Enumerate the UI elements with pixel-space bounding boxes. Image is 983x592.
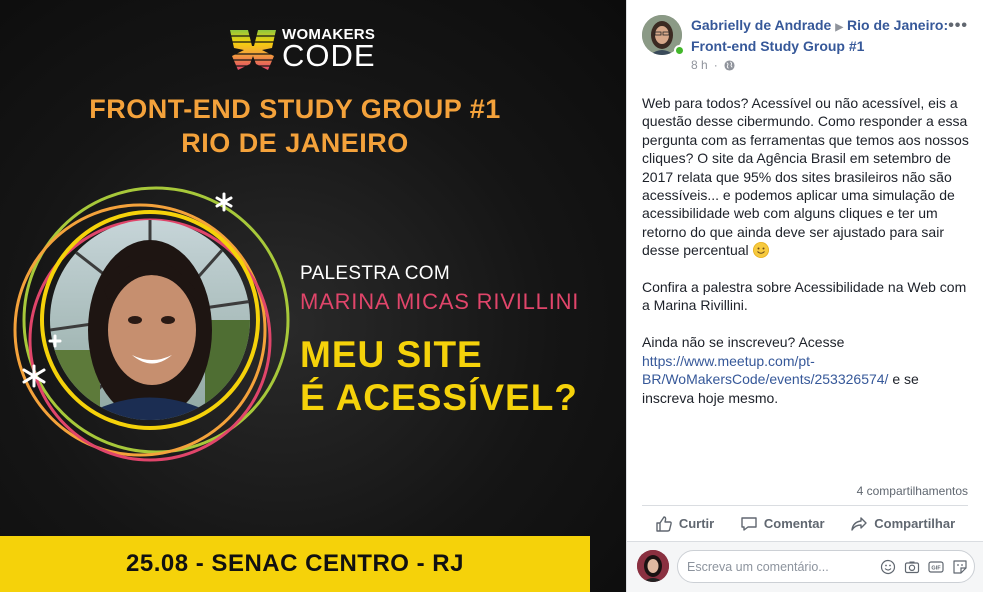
globe-icon[interactable] (724, 59, 735, 71)
meetup-link[interactable]: https://www.meetup.com/pt-BR/WoMakersCod… (642, 353, 888, 387)
talk-title-line1: MEU SITE (300, 334, 483, 375)
thumbs-up-icon (656, 515, 672, 532)
triangle-right-icon: ▶ (835, 22, 844, 33)
comment-label: Comentar (763, 516, 825, 531)
share-label: Compartilhar (874, 516, 956, 531)
author-name-link[interactable]: Gabrielly de Andrade (691, 17, 831, 33)
event-date-location: 25.08 - SENAC CENTRO - RJ (0, 536, 590, 592)
svg-text:GIF: GIF (931, 565, 941, 571)
camera-icon[interactable] (904, 559, 920, 575)
share-button[interactable]: Compartilhar (850, 515, 955, 533)
comment-box[interactable]: GIF (677, 550, 975, 583)
separator: · (713, 58, 718, 72)
share-arrow-icon (851, 516, 867, 531)
comment-input[interactable] (687, 559, 872, 574)
palestra-label: PALESTRA COM (300, 263, 451, 284)
event-title-line2: RIO DE JANEIRO (181, 128, 409, 158)
speaker-name: MARINA MICAS RIVILLINI (300, 289, 580, 314)
current-user-avatar-image (637, 550, 669, 582)
post-details-panel: Gabrielly de Andrade ▶ Rio de Janeiro: Fro… (626, 0, 983, 592)
talk-title-line2: É ACESSÍVEL? (300, 377, 578, 418)
comment-tools: GIF (880, 559, 968, 575)
sticker-icon[interactable] (952, 559, 968, 575)
current-user-avatar[interactable] (637, 550, 669, 582)
logo-code-text: CODE (282, 38, 376, 73)
post-actions: Curtir Comentar Compartilhar (642, 505, 968, 541)
post-paragraph-1: Web para todos? Acessível ou não acessív… (642, 95, 969, 259)
emoji-icon[interactable] (880, 559, 896, 575)
butterfly-logo-icon (228, 30, 278, 70)
ellipsis-icon[interactable]: ••• (948, 17, 968, 35)
like-button[interactable]: Curtir (655, 515, 714, 533)
post-header: Gabrielly de Andrade ▶ Rio de Janeiro: Fro… (691, 16, 951, 56)
smiley-emoji-icon (752, 242, 769, 259)
post-meta: 8 h · (691, 58, 735, 72)
post-timestamp[interactable]: 8 h (691, 58, 708, 72)
like-label: Curtir (678, 516, 715, 531)
event-title-line1: FRONT-END STUDY GROUP #1 (89, 94, 501, 124)
post-photo[interactable]: WOMAKERS CODE FRONT-END STUDY GROUP #1 R… (0, 0, 626, 592)
post-paragraph-3-prefix: Ainda não se inscreveu? Acesse (642, 334, 845, 351)
speaker-photo-rings (13, 186, 290, 462)
talk-title: MEU SITE É ACESSÍVEL? (300, 333, 578, 419)
post-text: Web para todos? Acessível ou não acessív… (642, 94, 972, 407)
womakers-logo: WOMAKERS CODE (228, 26, 376, 72)
comment-button[interactable]: Comentar (740, 515, 825, 533)
comment-composer: GIF (627, 541, 983, 592)
share-count[interactable]: 4 compartilhamentos (857, 484, 968, 498)
facebook-photo-viewer: WOMAKERS CODE FRONT-END STUDY GROUP #1 R… (0, 0, 983, 592)
gif-icon[interactable]: GIF (928, 559, 944, 575)
post-paragraph-2: Confira a palestra sobre Acessibilidade … (642, 279, 967, 314)
online-status-icon (674, 45, 685, 56)
speech-bubble-icon (741, 516, 757, 531)
